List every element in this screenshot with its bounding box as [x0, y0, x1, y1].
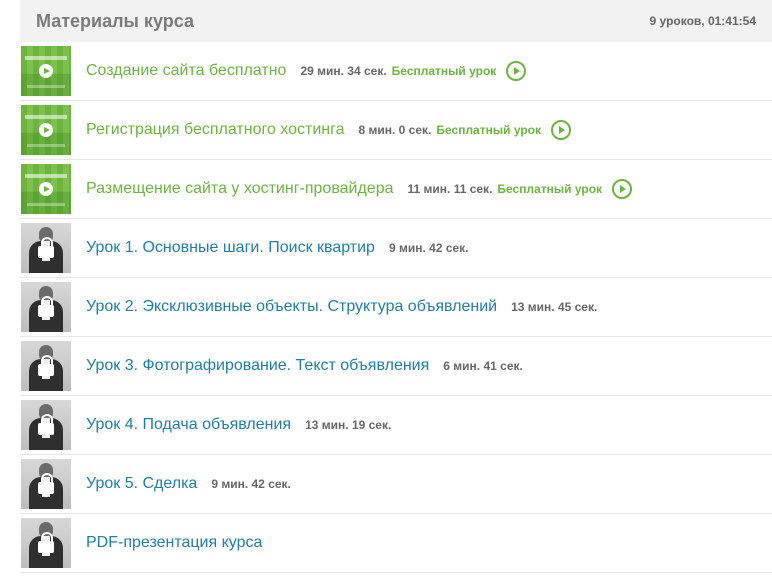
- course-summary: 9 уроков, 01:41:54: [649, 14, 756, 28]
- lesson-thumbnail[interactable]: [21, 164, 71, 214]
- lesson-row[interactable]: Создание сайта бесплатно 29 мин. 34 сек.…: [20, 42, 772, 101]
- lesson-row[interactable]: Урок 2. Эксклюзивные объекты. Структура …: [20, 278, 772, 337]
- free-lesson-label[interactable]: Бесплатный урок: [392, 64, 497, 78]
- lesson-title-link[interactable]: Урок 4. Подача объявления: [86, 416, 291, 434]
- lesson-title-link[interactable]: Создание сайта бесплатно: [86, 62, 286, 80]
- lesson-title-link[interactable]: Урок 3. Фотографирование. Текст объявлен…: [86, 357, 429, 375]
- lesson-duration: 13 мин. 45 сек.: [511, 300, 598, 314]
- section-title: Материалы курса: [36, 10, 194, 31]
- lesson-duration: 6 мин. 41 сек.: [443, 359, 523, 373]
- play-circle-icon[interactable]: [612, 179, 633, 199]
- play-icon: [39, 64, 53, 78]
- lesson-row[interactable]: Урок 5. Сделка 9 мин. 42 сек.: [20, 455, 772, 514]
- lesson-duration: 11 мин. 11 сек.: [407, 182, 493, 196]
- lesson-thumbnail[interactable]: [21, 223, 71, 273]
- lesson-row[interactable]: Урок 3. Фотографирование. Текст объявлен…: [20, 337, 772, 396]
- play-icon: [39, 182, 53, 196]
- lesson-thumbnail[interactable]: [21, 459, 71, 509]
- lesson-row[interactable]: PDF-презентация курса: [20, 514, 772, 573]
- lesson-title-link[interactable]: Урок 1. Основные шаги. Поиск квартир: [86, 239, 375, 257]
- lesson-thumbnail[interactable]: [21, 341, 71, 391]
- lesson-title-link[interactable]: Размещение сайта у хостинг-провайдера: [86, 180, 394, 198]
- free-lesson-label[interactable]: Бесплатный урок: [497, 182, 602, 196]
- lock-icon: [37, 532, 55, 555]
- lesson-title-link[interactable]: PDF-презентация курса: [86, 534, 262, 552]
- lesson-duration: 13 мин. 19 сек.: [305, 418, 392, 432]
- lesson-thumbnail[interactable]: [21, 282, 71, 332]
- lesson-list: Создание сайта бесплатно 29 мин. 34 сек.…: [20, 42, 772, 573]
- lesson-duration: 9 мин. 42 сек.: [388, 241, 469, 255]
- course-materials-header: Материалы курса 9 уроков, 01:41:54: [20, 0, 772, 42]
- lesson-duration: 29 мин. 34 сек.: [300, 64, 387, 78]
- lesson-row[interactable]: Урок 4. Подача объявления 13 мин. 19 сек…: [20, 396, 772, 455]
- free-lesson-label[interactable]: Бесплатный урок: [436, 123, 541, 137]
- lock-icon: [37, 355, 55, 378]
- lock-icon: [37, 296, 55, 319]
- lock-icon: [37, 237, 55, 260]
- lesson-thumbnail[interactable]: [21, 46, 71, 96]
- lesson-duration: 8 мин. 0 сек.: [358, 123, 432, 137]
- lesson-title-link[interactable]: Урок 5. Сделка: [86, 475, 197, 493]
- lock-icon: [37, 414, 55, 437]
- play-circle-icon[interactable]: [551, 120, 571, 140]
- lesson-title-link[interactable]: Урок 2. Эксклюзивные объекты. Структура …: [86, 298, 497, 316]
- lesson-thumbnail[interactable]: [21, 105, 71, 155]
- lock-icon: [37, 473, 55, 496]
- lesson-title-link[interactable]: Регистрация бесплатного хостинга: [86, 121, 345, 139]
- lesson-thumbnail[interactable]: [21, 400, 71, 450]
- lesson-thumbnail[interactable]: [21, 518, 71, 568]
- lesson-duration: 9 мин. 42 сек.: [211, 477, 291, 491]
- lesson-row[interactable]: Урок 1. Основные шаги. Поиск квартир 9 м…: [20, 219, 772, 278]
- play-circle-icon[interactable]: [506, 61, 527, 81]
- lesson-row[interactable]: Размещение сайта у хостинг-провайдера 11…: [20, 160, 772, 219]
- play-icon: [39, 123, 53, 137]
- lesson-row[interactable]: Регистрация бесплатного хостинга 8 мин. …: [20, 101, 772, 160]
